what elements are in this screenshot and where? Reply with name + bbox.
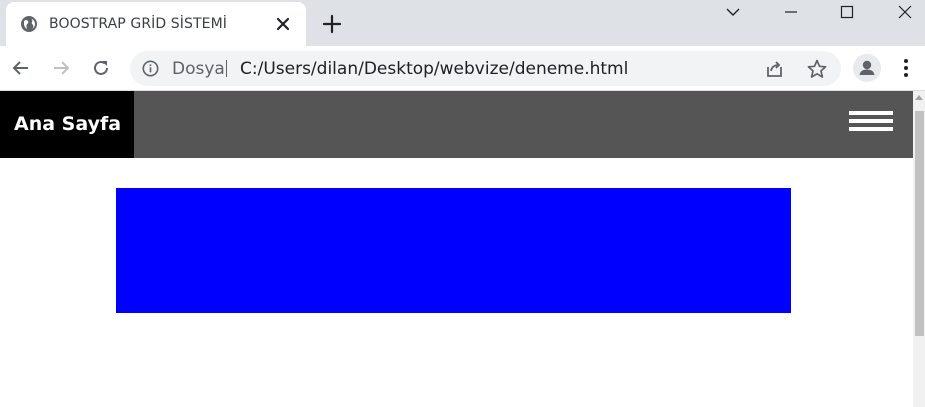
profile-icon	[859, 60, 875, 75]
maximize-icon	[840, 5, 854, 19]
share-icon[interactable]	[764, 58, 786, 80]
tab-search-button[interactable]	[709, 0, 757, 24]
address-bar[interactable]: Dosya C:/Users/dilan/Desktop/webvize/den…	[130, 51, 841, 86]
browser-toolbar: Dosya C:/Users/dilan/Desktop/webvize/den…	[0, 46, 925, 91]
minimize-icon	[785, 11, 797, 13]
browser-tab[interactable]: BOOSTRAP GRİD SİSTEMİ	[6, 2, 306, 46]
more-menu-button[interactable]	[896, 54, 916, 82]
grid-content-box	[116, 188, 791, 313]
maximize-button[interactable]	[823, 0, 871, 24]
close-icon	[276, 17, 290, 31]
more-icon	[904, 59, 908, 77]
new-tab-button[interactable]	[318, 10, 346, 38]
globe-icon	[21, 16, 37, 32]
scroll-up-icon[interactable]	[915, 95, 923, 100]
info-icon[interactable]	[142, 60, 159, 77]
close-icon	[898, 5, 912, 19]
window-close-button[interactable]	[881, 0, 925, 24]
back-button[interactable]	[6, 53, 36, 83]
tab-title: BOOSTRAP GRİD SİSTEMİ	[49, 16, 228, 32]
forward-icon	[54, 61, 70, 75]
url-text[interactable]: C:/Users/dilan/Desktop/webvize/deneme.ht…	[240, 59, 628, 79]
plus-icon	[322, 14, 342, 34]
tab-strip: BOOSTRAP GRİD SİSTEMİ	[0, 0, 925, 46]
forward-button[interactable]	[46, 53, 76, 83]
site-navbar: Ana Sayfa	[0, 91, 913, 158]
back-icon	[12, 61, 28, 75]
scrollbar-thumb[interactable]	[915, 111, 924, 336]
profile-button[interactable]	[853, 54, 881, 82]
scheme-label[interactable]: Dosya	[172, 59, 225, 79]
chevron-down-icon	[726, 8, 740, 16]
minimize-button[interactable]	[767, 0, 815, 24]
divider	[226, 60, 227, 77]
navbar-brand-link[interactable]: Ana Sayfa	[0, 91, 134, 158]
hamburger-icon[interactable]	[849, 111, 893, 133]
reload-icon	[94, 60, 108, 75]
reload-button[interactable]	[86, 53, 116, 83]
vertical-scrollbar[interactable]	[913, 91, 925, 407]
page-viewport: Ana Sayfa	[0, 91, 913, 407]
tab-close-button[interactable]	[272, 13, 294, 35]
star-icon[interactable]	[806, 58, 828, 80]
